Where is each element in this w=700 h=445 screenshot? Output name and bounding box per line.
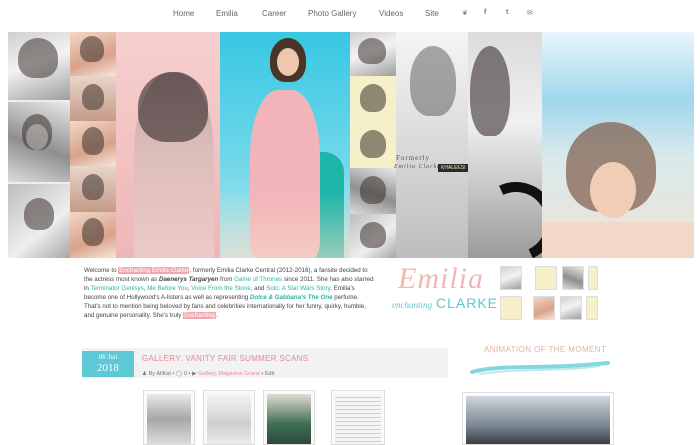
collage-photo-center (220, 32, 350, 258)
mebeforeyou-link[interactable]: Me Before You (147, 285, 188, 292)
collage-photo (396, 32, 468, 258)
twitter-icon[interactable]: ❦ (462, 9, 468, 17)
gallery-image[interactable] (331, 390, 385, 445)
category-gallery[interactable]: Gallery (198, 371, 215, 377)
brush-stroke-divider (470, 361, 610, 375)
top-navigation: Home Emilia Career Photo Gallery Videos … (0, 0, 700, 30)
logo-clarke: CLARKE (436, 295, 499, 311)
header-tag-name: Emilia Clarke (394, 164, 441, 170)
thumbnail[interactable] (588, 266, 598, 290)
thumbnail[interactable] (500, 296, 522, 320)
logo-emilia: Emilia (398, 262, 484, 295)
header-tag-formerly: Formerly (396, 154, 431, 162)
got-link[interactable]: Game of Thrones (234, 276, 282, 283)
thumbnail[interactable] (560, 296, 582, 320)
thumbnail[interactable] (586, 296, 598, 320)
collage-photo (116, 32, 220, 258)
intro-text: Welcome to Enchanting Emilia Clarke, for… (84, 267, 374, 319)
logo-enchanting: enchanting (392, 300, 432, 310)
header-collage: Formerly Emilia Clarke KHALEESI (8, 32, 694, 258)
user-icon: ♟ (142, 371, 148, 377)
voice-link[interactable]: Voice From the Stone (191, 285, 251, 292)
nav-photo-gallery[interactable]: Photo Gallery (308, 9, 356, 18)
header-tag-label: KHALEESI (438, 164, 469, 172)
collage-photo (8, 32, 70, 100)
terminator-link[interactable]: Terminator Genisys (90, 285, 143, 292)
collage-photo (70, 32, 116, 76)
collage-photo (350, 76, 396, 122)
facebook-icon[interactable]: f (484, 9, 486, 16)
gallery-image[interactable] (203, 390, 255, 445)
collage-photo (8, 102, 70, 182)
collage-photo (350, 32, 396, 76)
post-author: By AliKat (148, 371, 171, 377)
collage-photo (350, 214, 396, 258)
nav-videos[interactable]: Videos (379, 9, 403, 18)
gallery-image[interactable] (263, 390, 315, 445)
enchanting-link[interactable]: Enchanting (183, 312, 217, 319)
nav-emilia[interactable]: Emilia (216, 9, 238, 18)
sidebar-title: ANIMATION OF THE MOMENT (484, 345, 607, 354)
post-date-day: 06 Jun (98, 353, 118, 361)
collage-photo-beach (542, 32, 694, 258)
site-name-link[interactable]: Enchanting Emilia Clarke (118, 267, 190, 274)
thumbnail[interactable] (533, 296, 555, 320)
thumbnail[interactable] (535, 266, 557, 290)
collage-photo (350, 122, 396, 168)
gallery-image[interactable] (143, 390, 195, 445)
tumblr-icon[interactable]: t (506, 9, 508, 16)
collage-photo (70, 121, 116, 166)
collage-photo (70, 76, 116, 121)
collage-photo (350, 168, 396, 214)
collage-photo (70, 212, 116, 258)
thumbnail[interactable] (500, 266, 522, 290)
nav-career[interactable]: Career (262, 9, 286, 18)
post-date-year: 2018 (97, 362, 119, 374)
site-logo[interactable]: Emilia enchanting CLARKE (390, 262, 497, 322)
collage-photo (70, 166, 116, 212)
solo-link[interactable]: Solo: A Star Wars Story (266, 285, 330, 292)
post-date: 06 Jun 2018 (82, 351, 134, 377)
thumbnail-grid (500, 266, 598, 324)
edit-link[interactable]: Edit (265, 371, 275, 377)
post-meta: ♟ By AliKat • ◯ 0 • ▶ Gallery, Magazine … (142, 371, 275, 377)
thumbnail[interactable] (562, 266, 584, 290)
dg-link[interactable]: Dolce & Gabbana's The One (250, 294, 333, 301)
collage-photo (468, 32, 542, 258)
post-title[interactable]: GALLERY: VANITY FAIR SUMMER SCANS (142, 354, 308, 363)
comment-icon: ◯ (176, 371, 183, 377)
category-icon: ▶ (192, 371, 197, 377)
category-magazine-scans[interactable]: Magazine Scans (218, 371, 259, 377)
collage-photo (8, 184, 70, 258)
animation-box[interactable] (462, 392, 614, 445)
email-icon[interactable]: ✉ (527, 9, 533, 17)
nav-site[interactable]: Site (425, 9, 439, 18)
nav-home[interactable]: Home (173, 9, 194, 18)
post-gallery (143, 390, 385, 445)
